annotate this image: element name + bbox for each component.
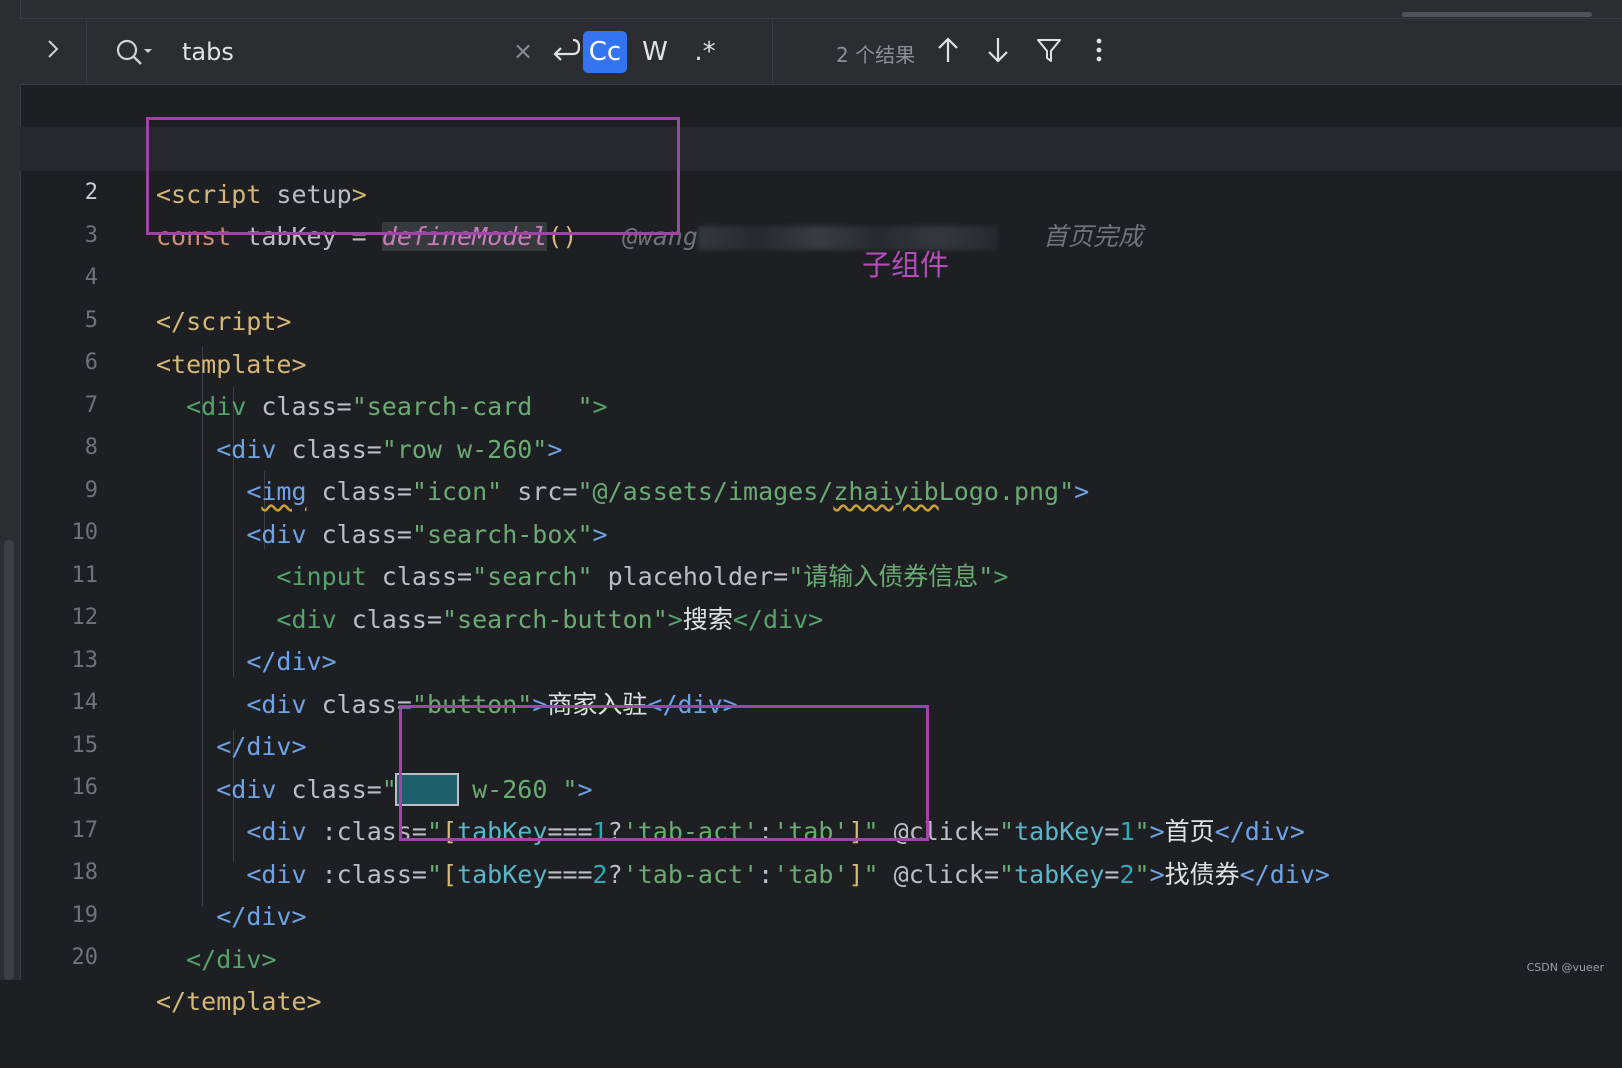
search-history-button[interactable] xyxy=(114,37,156,67)
tool-window-stripe xyxy=(0,0,21,980)
more-vertical-icon xyxy=(1095,36,1103,68)
find-bar: × Cc W .* 2 个结果 xyxy=(20,19,1622,85)
more-options-button[interactable] xyxy=(1079,33,1119,71)
result-count: 2 个结果 xyxy=(836,43,916,67)
match-case-button[interactable]: Cc xyxy=(583,31,627,73)
editor-tab-strip xyxy=(0,0,1622,19)
annotation-box-tabs xyxy=(399,705,929,841)
regex-button[interactable]: .* xyxy=(683,31,727,73)
previous-occurrence-button[interactable] xyxy=(928,33,968,71)
line-content: </div> xyxy=(186,945,277,974)
code-line[interactable]: 13 <div class="button">商家入驻</div> xyxy=(20,595,1622,719)
whole-words-button[interactable]: W xyxy=(633,31,677,73)
code-line[interactable]: 12 </div> xyxy=(20,552,1622,676)
watermark: CSDN @vueer xyxy=(1526,961,1604,974)
code-line[interactable]: 8 <img class="icon" src="@/assets/images… xyxy=(20,382,1622,506)
search-input[interactable] xyxy=(180,33,514,71)
line-number: 20 xyxy=(71,945,99,970)
code-line[interactable]: 20 </template> xyxy=(20,892,1622,1016)
code-line[interactable]: 11 <div class="search-button">搜索</div> xyxy=(20,510,1622,634)
annotation-box-define-model xyxy=(146,117,680,235)
code-line[interactable]: 19 </div> xyxy=(20,850,1622,974)
code-line[interactable]: 5 <template> xyxy=(20,255,1622,379)
line-content: </template> xyxy=(156,987,322,1016)
arrow-down-icon xyxy=(986,36,1010,68)
clear-search-button[interactable]: × xyxy=(508,35,538,67)
chevron-right-icon xyxy=(46,39,60,65)
vertical-scrollbar[interactable] xyxy=(4,540,14,980)
code-line[interactable]: 9 <div class="search-box"> xyxy=(20,425,1622,549)
return-arrow-icon xyxy=(551,36,581,69)
next-occurrence-button[interactable] xyxy=(978,33,1018,71)
arrow-up-icon xyxy=(936,36,960,68)
code-line[interactable]: 10 <input class="search" placeholder="请输… xyxy=(20,467,1622,591)
new-line-toggle-button[interactable] xyxy=(544,31,588,73)
filter-button[interactable] xyxy=(1029,33,1069,71)
filter-icon xyxy=(1035,36,1063,68)
tab-strip-scrollbar[interactable] xyxy=(1402,12,1592,17)
code-line[interactable]: 6 <div class="search-card "> xyxy=(20,297,1622,421)
code-line[interactable]: 7 <div class="row w-260"> xyxy=(20,340,1622,464)
search-icon xyxy=(114,39,156,71)
code-line[interactable]: 14 </div> xyxy=(20,637,1622,761)
annotation-label: 子组件 xyxy=(862,248,950,282)
find-bar-separator xyxy=(772,19,773,84)
expand-replace-button[interactable] xyxy=(20,19,87,84)
